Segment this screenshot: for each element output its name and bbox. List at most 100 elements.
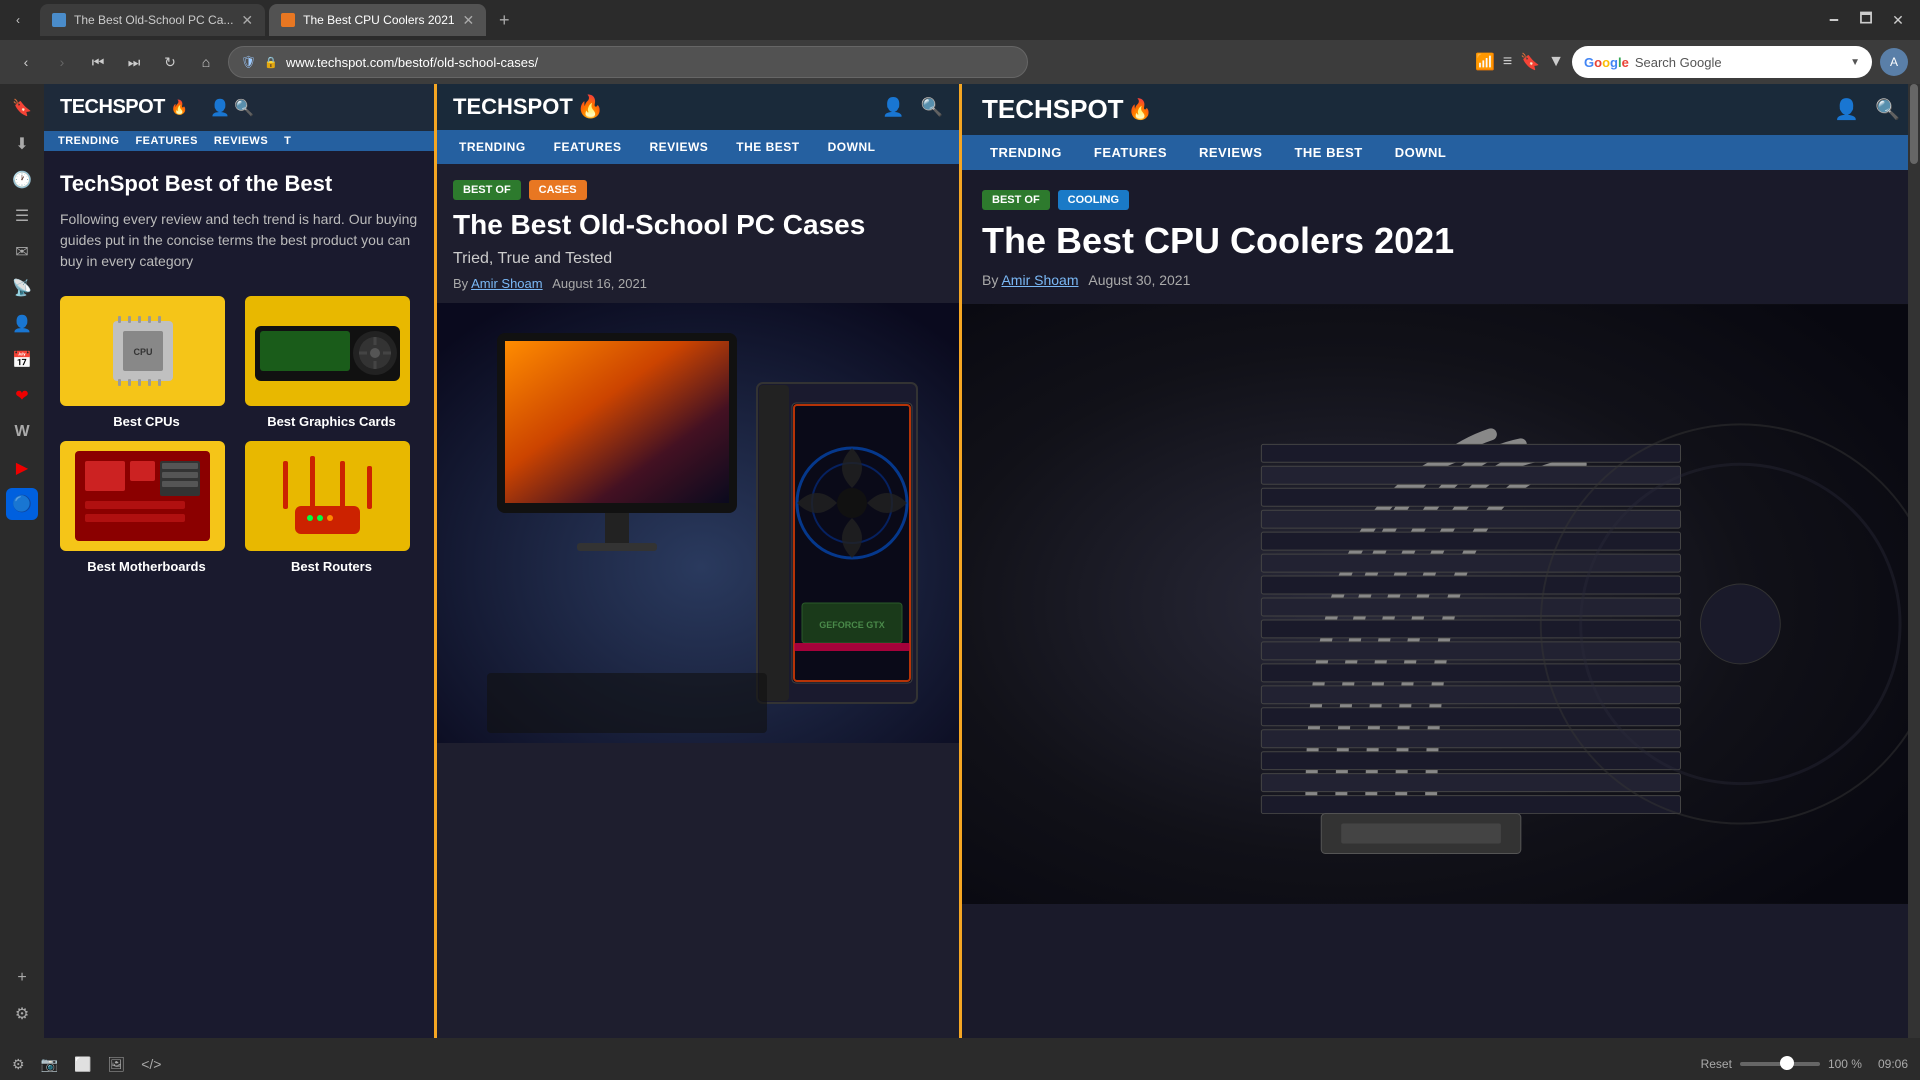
left-nav-trending[interactable]: TRENDING (52, 131, 125, 151)
search-icon-med[interactable]: 🔍 (921, 97, 943, 118)
left-nav-reviews[interactable]: REVIEWS (208, 131, 274, 151)
new-tab-button[interactable]: + (490, 6, 518, 34)
home-button[interactable]: ⌂ (192, 48, 220, 76)
badge-row-middle: BEST OF CASES (437, 164, 959, 208)
grid-item-gpus[interactable]: Best Graphics Cards (245, 296, 418, 429)
svg-text:CPU: CPU (133, 347, 152, 357)
grid-item-motherboards[interactable]: Best Motherboards (60, 441, 233, 574)
bookmark-toolbar-icon[interactable]: 🔖 (1520, 52, 1540, 72)
pip-icon[interactable]: ⬜ (74, 1056, 91, 1073)
right-nav-reviews[interactable]: REVIEWS (1183, 135, 1278, 170)
middle-nav-best[interactable]: THE BEST (722, 130, 813, 164)
left-panel-description: Following every review and tech trend is… (60, 209, 418, 272)
middle-article-title: The Best Old-School PC Cases (437, 208, 959, 250)
middle-author-link[interactable]: Amir Shoam (471, 276, 543, 291)
cases-badge[interactable]: CASES (529, 180, 587, 200)
tab-bar: ‹ The Best Old-School PC Ca... ✕ The Bes… (0, 0, 1920, 40)
flame-icon-small: 🔥 (171, 99, 188, 116)
camera-icon[interactable]: 📷 (41, 1056, 58, 1073)
zoom-slider[interactable] (1740, 1062, 1820, 1066)
close-button[interactable]: ✕ (1884, 6, 1912, 34)
pc-case-svg: GEFORCE GTX (437, 303, 959, 743)
right-nav-downl[interactable]: DOWNL (1379, 135, 1463, 170)
logo-text-small: TECHSPOT (60, 96, 165, 119)
sidebar-download-icon[interactable]: ⬇ (6, 128, 38, 160)
search-icon-small[interactable]: 🔍 (234, 98, 254, 118)
cooler-hero-image (962, 304, 1920, 904)
grid-item-cpus[interactable]: CPU (60, 296, 233, 429)
sidebar-feed-icon[interactable]: ☰ (6, 200, 38, 232)
maximize-button[interactable]: 🗖 (1852, 6, 1880, 34)
right-author-link[interactable]: Amir Shoam (1001, 272, 1078, 288)
profile-button[interactable]: A (1880, 48, 1908, 76)
sidebar-rss-icon[interactable]: 📡 (6, 272, 38, 304)
left-nav-features[interactable]: FEATURES (129, 131, 203, 151)
cooling-badge[interactable]: COOLING (1058, 190, 1129, 210)
menu-icon[interactable]: ≡ (1503, 53, 1512, 71)
zoom-handle[interactable] (1780, 1056, 1794, 1070)
middle-date: August 16, 2021 (552, 276, 647, 291)
back-button[interactable]: ‹ (12, 48, 40, 76)
dropdown-icon[interactable]: ▼ (1548, 53, 1564, 71)
forward-button[interactable]: › (48, 48, 76, 76)
rss-toolbar-icon[interactable]: 📶 (1475, 52, 1495, 72)
sidebar-contacts-icon[interactable]: 👤 (6, 308, 38, 340)
techspot-logo-small: TECHSPOT 🔥 👤 🔍 (60, 96, 254, 119)
search-placeholder-text: Search Google (1635, 55, 1844, 70)
reload-button[interactable]: ↻ (156, 48, 184, 76)
user-icon-small[interactable]: 👤 (210, 98, 230, 118)
right-nav-best[interactable]: THE BEST (1278, 135, 1378, 170)
middle-nav-trending[interactable]: TRENDING (445, 130, 540, 164)
content-area: TECHSPOT 🔥 👤 🔍 TRENDING FEATURES REVIEWS… (44, 84, 1920, 1080)
tab-title-2: The Best CPU Coolers 2021 (303, 13, 454, 27)
middle-nav-reviews[interactable]: REVIEWS (635, 130, 722, 164)
code-icon[interactable]: </> (141, 1056, 161, 1072)
settings-status-icon[interactable]: ⚙ (12, 1056, 25, 1073)
routers-label: Best Routers (245, 559, 418, 574)
reset-button[interactable]: Reset (1701, 1057, 1732, 1071)
minimize-button[interactable]: 🗕 (1820, 6, 1848, 34)
search-box[interactable]: Google Search Google ▼ (1572, 46, 1872, 78)
middle-nav-downl[interactable]: DOWNL (814, 130, 890, 164)
tab-cpu-coolers[interactable]: The Best CPU Coolers 2021 ✕ (269, 4, 486, 36)
sidebar-add-icon[interactable]: + (6, 962, 38, 994)
history-back-button[interactable]: ⏮ (84, 48, 112, 76)
sidebar-pocket-icon[interactable]: ❤ (6, 380, 38, 412)
motherboards-label: Best Motherboards (60, 559, 233, 574)
sidebar-bookmark-icon[interactable]: 🔖 (6, 92, 38, 124)
time-display: 09:06 (1878, 1057, 1908, 1071)
right-best-of-badge[interactable]: BEST OF (982, 190, 1050, 210)
sidebar-mail-icon[interactable]: ✉ (6, 236, 38, 268)
user-icon-large[interactable]: 👤 (1834, 97, 1859, 122)
tab-close-2[interactable]: ✕ (463, 12, 475, 29)
middle-nav-features[interactable]: FEATURES (540, 130, 636, 164)
left-nav-t[interactable]: T (278, 131, 297, 151)
sidebar-calendar-icon[interactable]: 📅 (6, 344, 38, 376)
sidebar-settings-icon[interactable]: ⚙ (6, 998, 38, 1030)
right-nav-features[interactable]: FEATURES (1078, 135, 1183, 170)
search-icon-large[interactable]: 🔍 (1875, 97, 1900, 122)
sidebar-youtube-icon[interactable]: ▶ (6, 452, 38, 484)
best-of-badge[interactable]: BEST OF (453, 180, 521, 200)
flame-icon-large: 🔥 (1128, 97, 1153, 122)
history-forward-button[interactable]: ⏭ (120, 48, 148, 76)
tab-close-1[interactable]: ✕ (241, 12, 253, 29)
url-bar[interactable]: 🛡 🔒 www.techspot.com/bestof/old-school-c… (228, 46, 1028, 78)
address-bar: ‹ › ⏮ ⏭ ↻ ⌂ 🛡 🔒 www.techspot.com/bestof/… (0, 40, 1920, 84)
sidebar-firefox-icon[interactable]: 🔵 (6, 488, 38, 520)
gpu-illustration (250, 301, 405, 401)
search-dropdown-icon[interactable]: ▼ (1850, 57, 1860, 68)
grid-item-routers[interactable]: Best Routers (245, 441, 418, 574)
back-page-icon[interactable]: ‹ (8, 10, 28, 30)
right-by-prefix: By (982, 272, 1001, 288)
sidebar-wiki-icon[interactable]: W (6, 416, 38, 448)
user-icon-med[interactable]: 👤 (882, 97, 904, 118)
left-nav: TRENDING FEATURES REVIEWS T (44, 131, 434, 151)
right-nav-trending[interactable]: TRENDING (974, 135, 1078, 170)
sidebar-history-icon[interactable]: 🕐 (6, 164, 38, 196)
header-user-icons: 👤 🔍 (210, 98, 254, 118)
gallery-icon[interactable]: 🖼 (107, 1056, 125, 1073)
tab-old-school-cases[interactable]: The Best Old-School PC Ca... ✕ (40, 4, 265, 36)
right-header: TECHSPOT 🔥 👤 🔍 (962, 84, 1920, 135)
right-article-meta: By Amir Shoam August 30, 2021 (962, 272, 1920, 304)
